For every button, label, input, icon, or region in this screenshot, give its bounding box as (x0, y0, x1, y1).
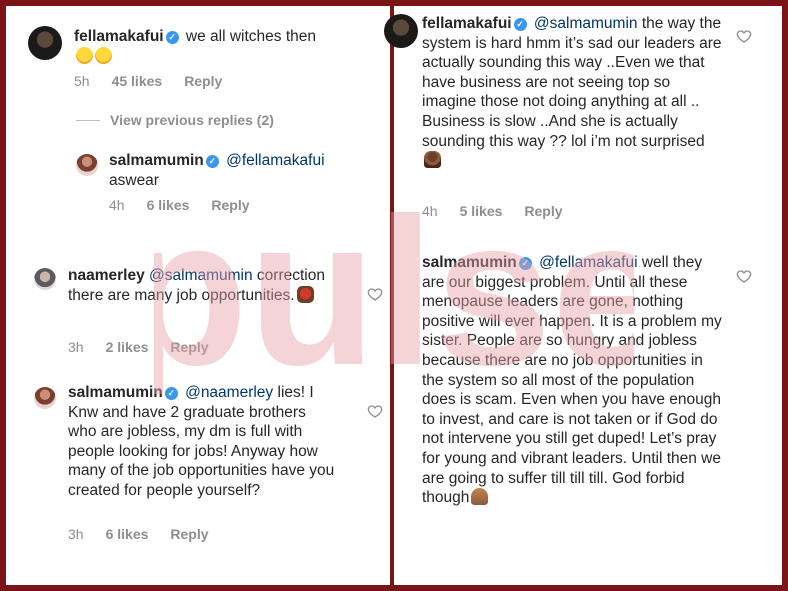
comment-text: well they are our biggest problem. Until… (422, 254, 722, 507)
likes-count[interactable]: 45 likes (112, 73, 163, 89)
comment-text: the way the system is hard hmm it’s sad … (422, 15, 722, 150)
comment-text: we all witches then (185, 28, 317, 45)
like-heart-icon[interactable] (367, 286, 383, 302)
verified-badge-icon: ✓ (165, 31, 179, 44)
comment-fellamakafui: fellamakafui ✓ we all witches then 5h 45 l… (6, 6, 390, 106)
verified-badge-icon: ✓ (518, 257, 532, 270)
reply-button[interactable]: Reply (184, 73, 222, 89)
verified-badge-icon: ✓ (164, 387, 178, 400)
timestamp: 4h (109, 197, 125, 213)
screenshot-frame: fellamakafui ✓ we all witches then 5h 45 l… (6, 6, 782, 585)
avatar[interactable] (76, 154, 98, 176)
view-previous-replies-button[interactable]: View previous replies (2) (76, 112, 274, 128)
likes-count[interactable]: 5 likes (460, 203, 503, 219)
comment-salmamumin-reply: salmamumin ✓ @fellamakafui aswear 4h 6 lik… (6, 146, 390, 226)
like-heart-icon[interactable] (367, 403, 383, 419)
comment-naamerley: naamerley @salmamumin correction there a… (6, 258, 390, 368)
mention-link[interactable]: @salmamumin (534, 15, 638, 32)
username[interactable]: salmamumin (422, 254, 517, 271)
comment-salmamumin-long: salmamumin ✓ @fellamakafui well they are … (394, 246, 782, 585)
username[interactable]: fellamakafui (74, 28, 164, 45)
avatar[interactable] (28, 26, 62, 60)
likes-count[interactable]: 6 likes (106, 526, 149, 542)
avatar[interactable] (34, 268, 56, 290)
username[interactable]: salmamumin (109, 152, 204, 169)
shrug-emoji-icon (424, 151, 441, 169)
comment-fellamakafui-long: fellamakafui ✓ @salmamumin the way the sy… (384, 6, 782, 231)
reply-button[interactable]: Reply (524, 203, 562, 219)
reply-button[interactable]: Reply (170, 339, 208, 355)
timestamp: 3h (68, 526, 84, 542)
like-heart-icon[interactable] (736, 268, 752, 284)
mention-link[interactable]: @fellamakafui (226, 152, 324, 169)
username[interactable]: salmamumin (68, 384, 163, 401)
praying-hands-emoji-icon (471, 488, 489, 506)
comment-text: aswear (109, 171, 159, 189)
likes-count[interactable]: 2 likes (106, 339, 149, 355)
dancer-emoji-icon (296, 285, 314, 303)
avatar[interactable] (34, 387, 56, 409)
left-comments-panel: fellamakafui ✓ we all witches then 5h 45 l… (6, 6, 390, 585)
username[interactable]: fellamakafui (422, 15, 512, 32)
comment-salmamumin: salmamumin ✓ @naamerley lies! I Knw and h… (6, 379, 390, 559)
mention-link[interactable]: @naamerley (185, 384, 273, 401)
likes-count[interactable]: 6 likes (147, 197, 190, 213)
mention-link[interactable]: @fellamakafui (539, 254, 637, 271)
timestamp: 3h (68, 339, 84, 355)
mention-link[interactable]: @salmamumin (149, 267, 253, 284)
reply-button[interactable]: Reply (170, 526, 208, 542)
avatar[interactable] (384, 14, 418, 48)
reply-button[interactable]: Reply (211, 197, 249, 213)
divider-line (76, 120, 100, 121)
comment-text: lies! I Knw and have 2 graduate brothers… (68, 384, 335, 499)
username[interactable]: naamerley (68, 267, 145, 284)
laughing-emoji-icon (76, 46, 93, 64)
laughing-emoji-icon (95, 46, 112, 64)
verified-badge-icon: ✓ (205, 155, 219, 168)
verified-badge-icon: ✓ (513, 18, 527, 31)
right-comments-panel: fellamakafui ✓ @salmamumin the way the sy… (384, 6, 782, 585)
timestamp: 5h (74, 73, 90, 89)
timestamp: 4h (422, 203, 438, 219)
like-heart-icon[interactable] (736, 28, 752, 44)
